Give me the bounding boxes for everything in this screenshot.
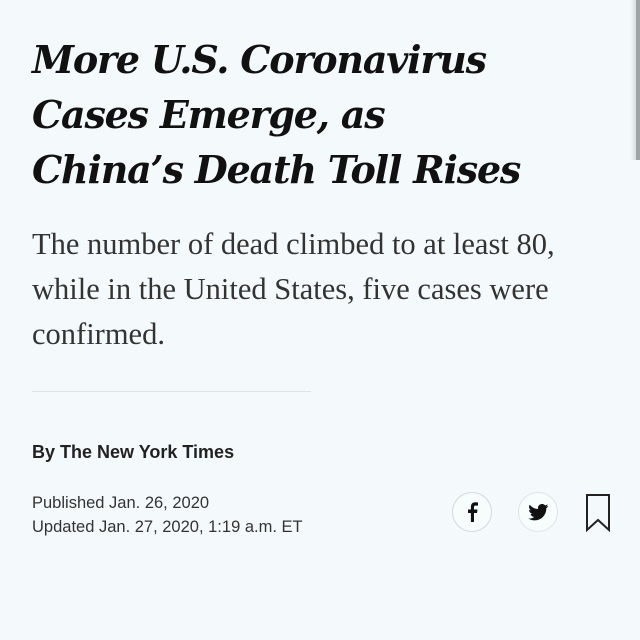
byline: By The New York Times <box>32 442 235 462</box>
bookmark-icon <box>585 493 611 533</box>
facebook-icon <box>465 502 479 522</box>
summary-line: while in the United States, five cases w… <box>32 272 549 306</box>
twitter-icon <box>527 503 549 521</box>
article-header: More U.S. Coronavirus Cases Emerge, as C… <box>0 0 640 640</box>
save-bookmark-button[interactable] <box>583 492 613 534</box>
timestamps: Published Jan. 26, 2020 Updated Jan. 27,… <box>32 491 303 539</box>
updated-date: Updated Jan. 27, 2020, 1:19 a.m. ET <box>32 518 303 536</box>
headline: More U.S. Coronavirus Cases Emerge, as C… <box>32 32 592 197</box>
summary-line: The number of dead climbed to at least 8… <box>32 227 555 261</box>
share-facebook-button[interactable] <box>452 492 492 532</box>
headline-line: China’s Death Toll Rises <box>32 147 521 192</box>
headline-line: More U.S. Coronavirus <box>32 37 487 82</box>
published-date: Published Jan. 26, 2020 <box>32 494 210 512</box>
article-summary: The number of dead climbed to at least 8… <box>32 222 607 357</box>
divider <box>32 391 311 392</box>
scrollbar-track[interactable] <box>630 0 640 160</box>
headline-line: Cases Emerge, as <box>32 92 386 137</box>
scrollbar-thumb[interactable] <box>636 0 640 160</box>
summary-line: confirmed. <box>32 317 165 351</box>
share-twitter-button[interactable] <box>518 492 558 532</box>
